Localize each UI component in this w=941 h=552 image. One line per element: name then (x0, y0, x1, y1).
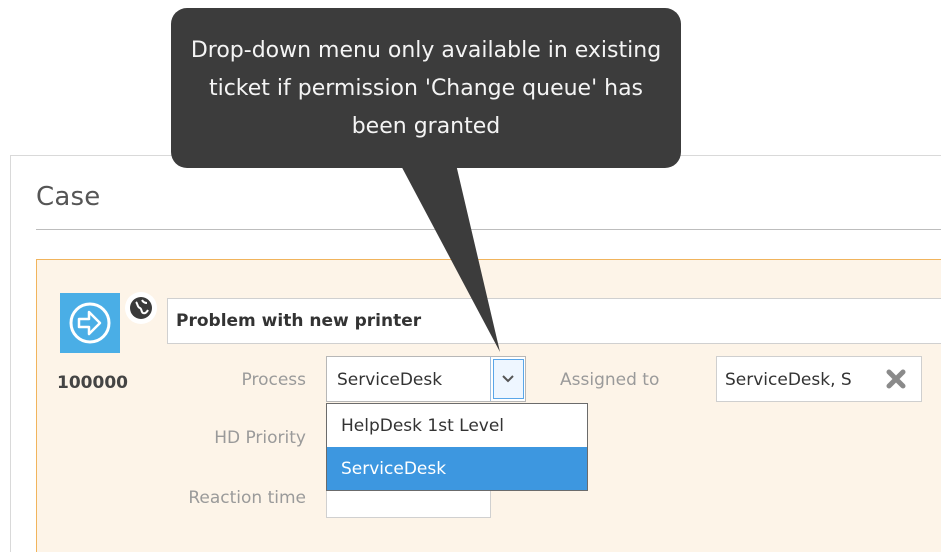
process-dropdown-toggle[interactable] (490, 357, 525, 401)
reaction-time-label: Reaction time (188, 488, 306, 508)
hd-priority-label: HD Priority (214, 428, 306, 448)
close-icon (886, 369, 906, 389)
arrow-right-circle-icon (69, 302, 111, 344)
ticket-type-icon[interactable] (60, 293, 120, 353)
process-label: Process (241, 370, 307, 390)
subject-field[interactable]: Problem with new printer (167, 298, 941, 344)
dropdown-option-helpdesk[interactable]: HelpDesk 1st Level (327, 404, 587, 447)
globe-icon (130, 297, 152, 319)
callout-tooltip: Drop-down menu only available in existin… (171, 8, 681, 168)
process-dropdown-list: HelpDesk 1st Level ServiceDesk (326, 403, 588, 491)
dropdown-arrow-box[interactable] (492, 359, 524, 399)
clear-icon[interactable] (882, 366, 910, 392)
dropdown-option-servicedesk[interactable]: ServiceDesk (327, 447, 587, 490)
assigned-to-label: Assigned to (560, 370, 660, 390)
panel-title: Case (36, 182, 101, 212)
ticket-number: 100000 (57, 373, 128, 393)
globe-badge (125, 292, 157, 324)
panel-divider (36, 229, 941, 230)
callout-text: Drop-down menu only available in existin… (190, 38, 662, 139)
chevron-down-icon (502, 375, 514, 383)
